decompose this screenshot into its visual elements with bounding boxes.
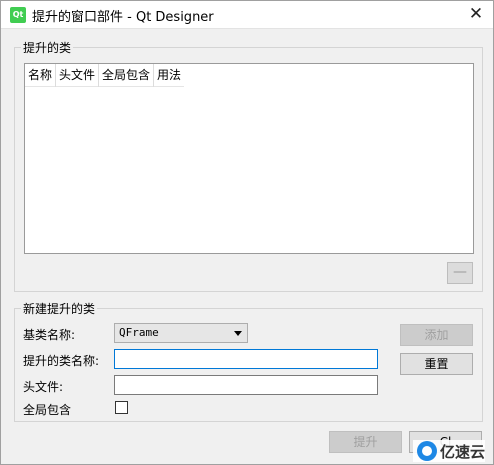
add-button[interactable]: 添加 <box>400 324 473 346</box>
column-header-usage[interactable]: 用法 <box>154 64 184 87</box>
promote-button[interactable]: 提升 <box>329 431 402 453</box>
global-include-label: 全局包含 <box>23 403 72 417</box>
column-header-name[interactable]: 名称 <box>25 64 57 87</box>
reset-button[interactable]: 重置 <box>400 353 473 375</box>
promoted-classes-table[interactable]: 名称 头文件 全局包含 用法 <box>24 63 474 254</box>
promoted-widgets-dialog: Qt 提升的窗口部件 - Qt Designer ✕ 提升的类 名称 头文件 全… <box>0 0 494 465</box>
watermark: 亿速云 <box>412 440 485 462</box>
table-header: 名称 头文件 全局包含 用法 <box>25 64 185 87</box>
window-title: 提升的窗口部件 - Qt Designer <box>32 10 214 25</box>
promoted-classes-group-title: 提升的类 <box>21 39 74 56</box>
global-include-checkbox[interactable] <box>115 401 128 414</box>
header-file-input[interactable] <box>114 375 378 395</box>
base-class-value: QFrame <box>119 326 159 339</box>
remove-button[interactable]: — <box>447 262 473 284</box>
column-header-header-file[interactable]: 头文件 <box>56 64 100 87</box>
header-file-label: 头文件: <box>23 380 64 394</box>
qt-app-icon: Qt <box>10 7 26 23</box>
promoted-class-name-input[interactable] <box>114 349 378 369</box>
promoted-class-name-label: 提升的类名称: <box>23 354 100 368</box>
title-bar: Qt 提升的窗口部件 - Qt Designer ✕ <box>1 1 493 29</box>
column-header-global-include[interactable]: 全局包含 <box>99 64 155 87</box>
watermark-text: 亿速云 <box>439 442 485 461</box>
base-class-combobox[interactable]: QFrame <box>114 323 248 343</box>
chevron-down-icon[interactable] <box>234 331 242 336</box>
watermark-logo-icon <box>416 441 437 461</box>
new-promoted-class-group-title: 新建提升的类 <box>21 300 98 317</box>
close-icon[interactable]: ✕ <box>461 1 491 28</box>
base-class-label: 基类名称: <box>23 328 76 342</box>
